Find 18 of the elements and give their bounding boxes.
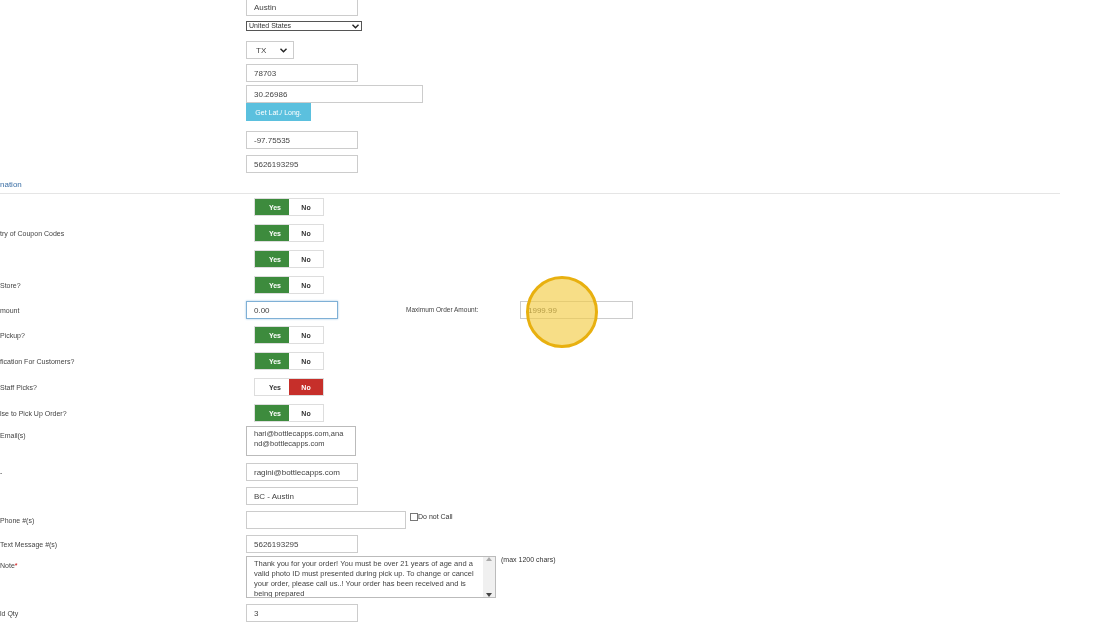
minimum-amount-field[interactable]: 0.00: [246, 301, 338, 319]
chevron-down-icon: [352, 23, 359, 29]
section-title: nation: [0, 180, 22, 189]
scrollbar[interactable]: [483, 557, 495, 597]
text-field[interactable]: ragini@bottlecapps.com: [246, 463, 358, 481]
state-select[interactable]: TX: [246, 41, 294, 59]
text-field[interactable]: 5626193295: [246, 155, 358, 173]
text-field[interactable]: Austin: [246, 0, 358, 16]
text-field[interactable]: 5626193295: [246, 535, 358, 553]
text-field[interactable]: 3: [246, 604, 358, 622]
chevron-down-icon: [280, 47, 287, 53]
scroll-up-icon[interactable]: [486, 557, 492, 561]
latitude-field[interactable]: 30.26986: [246, 85, 423, 103]
text-field[interactable]: -97.75535: [246, 131, 358, 149]
phone-field[interactable]: [246, 511, 406, 529]
text-field[interactable]: BC - Austin: [246, 487, 358, 505]
scroll-down-icon[interactable]: [486, 593, 492, 597]
text-field[interactable]: 78703: [246, 64, 358, 82]
